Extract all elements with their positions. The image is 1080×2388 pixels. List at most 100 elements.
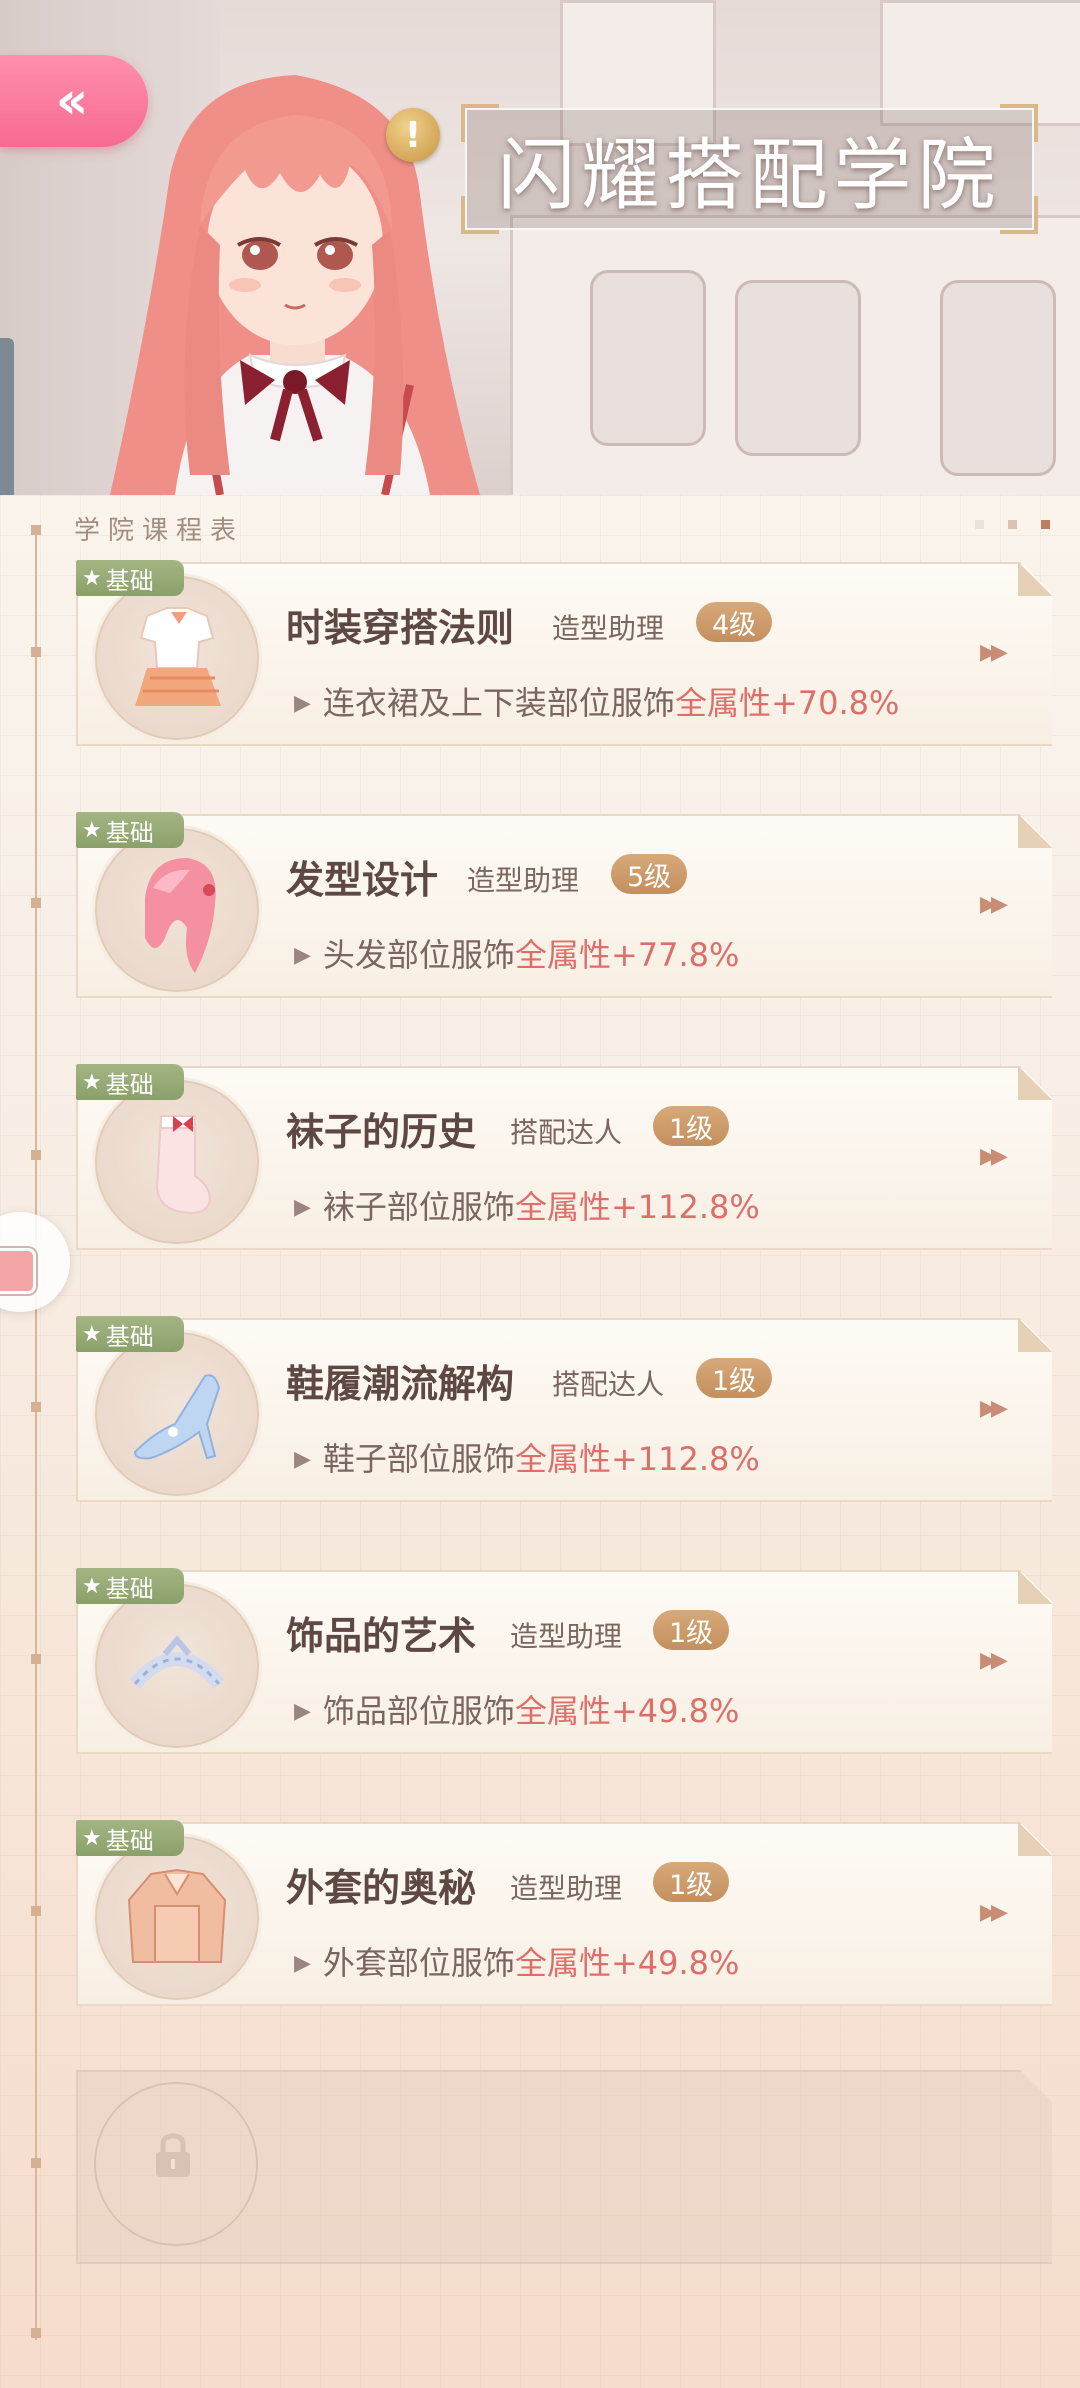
triangle-bullet-icon: ▶ bbox=[294, 1447, 311, 1472]
desc-text: 外套部位服饰 bbox=[322, 1944, 515, 1982]
lock-icon bbox=[156, 2133, 190, 2177]
course-description: ▶ 外套部位服饰全属性+49.8% bbox=[294, 1938, 739, 1984]
course-image-circle bbox=[92, 1329, 262, 1499]
schedule-label: 学院课程表 bbox=[74, 516, 245, 546]
card-fold-decoration bbox=[1018, 1318, 1052, 1352]
double-chevron-right-icon[interactable]: ▶▶ bbox=[980, 640, 1008, 665]
course-image-circle bbox=[92, 825, 262, 995]
shoe-icon bbox=[133, 1374, 221, 1460]
timeline-tick bbox=[31, 1150, 41, 1160]
star-icon: ★ bbox=[82, 1069, 102, 1095]
bag-decoration bbox=[940, 280, 1056, 476]
course-image-circle bbox=[92, 1077, 262, 1247]
badge-basic: ★ 基础 bbox=[76, 1568, 184, 1604]
tiara-icon bbox=[129, 1635, 225, 1689]
timeline-tick bbox=[31, 647, 41, 657]
course-role: 造型助理 bbox=[510, 1872, 623, 1905]
badge-label: 基础 bbox=[105, 566, 154, 595]
course-role: 造型助理 bbox=[552, 612, 665, 645]
desc-highlight: 全属性+112.8% bbox=[514, 1188, 760, 1226]
title-corner-decoration bbox=[461, 104, 499, 142]
badge-label: 基础 bbox=[105, 1574, 154, 1603]
badge-basic: ★ 基础 bbox=[76, 1064, 184, 1100]
desc-text: 鞋子部位服饰 bbox=[322, 1440, 515, 1478]
sock-icon bbox=[155, 1115, 211, 1214]
badge-label: 基础 bbox=[105, 818, 154, 847]
course-image-circle bbox=[92, 1833, 262, 2003]
page-dot bbox=[975, 520, 984, 529]
page-title: 闪耀搭配学院 bbox=[497, 131, 1002, 221]
title-corner-decoration bbox=[1000, 196, 1038, 234]
star-icon: ★ bbox=[82, 565, 102, 591]
star-icon: ★ bbox=[82, 1825, 102, 1851]
course-image-circle bbox=[92, 573, 262, 743]
course-description: ▶ 袜子部位服饰全属性+112.8% bbox=[294, 1182, 760, 1228]
jacket-icon bbox=[127, 1868, 227, 1963]
shop-bag-icon bbox=[0, 1248, 36, 1294]
triangle-bullet-icon: ▶ bbox=[294, 943, 311, 968]
course-image-circle bbox=[92, 1581, 262, 1751]
page-title-box: 闪耀搭配学院 bbox=[461, 104, 1038, 234]
title-corner-decoration bbox=[461, 196, 499, 234]
course-description: ▶ 连衣裙及上下装部位服饰全属性+70.8% bbox=[294, 678, 899, 724]
timeline-tick bbox=[31, 1402, 41, 1412]
course-description: ▶ 头发部位服饰全属性+77.8% bbox=[294, 930, 739, 976]
back-button[interactable]: ‹‹ bbox=[0, 55, 148, 147]
timeline-tick bbox=[31, 525, 41, 535]
level-badge: 4级 bbox=[696, 602, 773, 642]
course-role: 搭配达人 bbox=[510, 1116, 623, 1149]
badge-basic: ★ 基础 bbox=[76, 1316, 184, 1352]
desc-highlight: 全属性+70.8% bbox=[674, 684, 900, 722]
timeline-tick bbox=[31, 2158, 41, 2168]
page-indicator bbox=[975, 520, 1050, 529]
course-title: 饰品的艺术 bbox=[286, 1613, 477, 1658]
triangle-bullet-icon: ▶ bbox=[294, 1951, 311, 1976]
card-fold-decoration bbox=[1018, 1066, 1052, 1100]
badge-basic: ★ 基础 bbox=[76, 560, 184, 596]
desc-text: 头发部位服饰 bbox=[322, 936, 515, 974]
card-fold-decoration bbox=[1018, 1822, 1052, 1856]
desc-highlight: 全属性+112.8% bbox=[514, 1440, 760, 1478]
course-role: 搭配达人 bbox=[552, 1368, 665, 1401]
course-role: 造型助理 bbox=[467, 864, 580, 897]
badge-label: 基础 bbox=[105, 1070, 154, 1099]
card-fold-decoration bbox=[1018, 814, 1052, 848]
page-dot-active bbox=[1041, 520, 1050, 529]
side-handle[interactable] bbox=[0, 338, 14, 495]
double-chevron-right-icon[interactable]: ▶▶ bbox=[980, 1144, 1008, 1169]
star-icon: ★ bbox=[82, 817, 102, 843]
bag-decoration bbox=[590, 270, 706, 446]
triangle-bullet-icon: ▶ bbox=[294, 1699, 311, 1724]
desc-text: 连衣裙及上下装部位服饰 bbox=[322, 684, 675, 722]
triangle-bullet-icon: ▶ bbox=[294, 691, 311, 716]
title-corner-decoration bbox=[1000, 104, 1038, 142]
course-description: ▶ 鞋子部位服饰全属性+112.8% bbox=[294, 1434, 760, 1480]
course-title: 发型设计 bbox=[286, 857, 439, 902]
desc-highlight: 全属性+49.8% bbox=[514, 1692, 740, 1730]
timeline-tick bbox=[31, 898, 41, 908]
outfit-icon bbox=[135, 607, 221, 706]
card-fold-decoration bbox=[1018, 562, 1052, 596]
triangle-bullet-icon: ▶ bbox=[294, 1195, 311, 1220]
timeline-tick bbox=[31, 2328, 41, 2338]
card-fold-decoration bbox=[1018, 1570, 1052, 1604]
double-chevron-left-icon: ‹‹ bbox=[55, 71, 89, 131]
course-description: ▶ 饰品部位服饰全属性+49.8% bbox=[294, 1686, 739, 1732]
hair-icon bbox=[145, 858, 216, 973]
level-badge: 1级 bbox=[653, 1610, 730, 1650]
badge-basic: ★ 基础 bbox=[76, 812, 184, 848]
timeline-tick bbox=[31, 1654, 41, 1664]
timeline-tick bbox=[31, 1906, 41, 1916]
desc-highlight: 全属性+49.8% bbox=[514, 1944, 740, 1982]
bag-decoration bbox=[735, 280, 861, 456]
page-dot bbox=[1008, 520, 1017, 529]
double-chevron-right-icon[interactable]: ▶▶ bbox=[980, 1900, 1008, 1925]
double-chevron-right-icon[interactable]: ▶▶ bbox=[980, 892, 1008, 917]
level-badge: 5级 bbox=[611, 854, 688, 894]
course-title: 鞋履潮流解构 bbox=[286, 1361, 515, 1406]
double-chevron-right-icon[interactable]: ▶▶ bbox=[980, 1648, 1008, 1673]
desc-text: 饰品部位服饰 bbox=[322, 1692, 515, 1730]
info-alert-icon[interactable]: ! bbox=[386, 108, 440, 162]
badge-label: 基础 bbox=[105, 1826, 154, 1855]
double-chevron-right-icon[interactable]: ▶▶ bbox=[980, 1396, 1008, 1421]
